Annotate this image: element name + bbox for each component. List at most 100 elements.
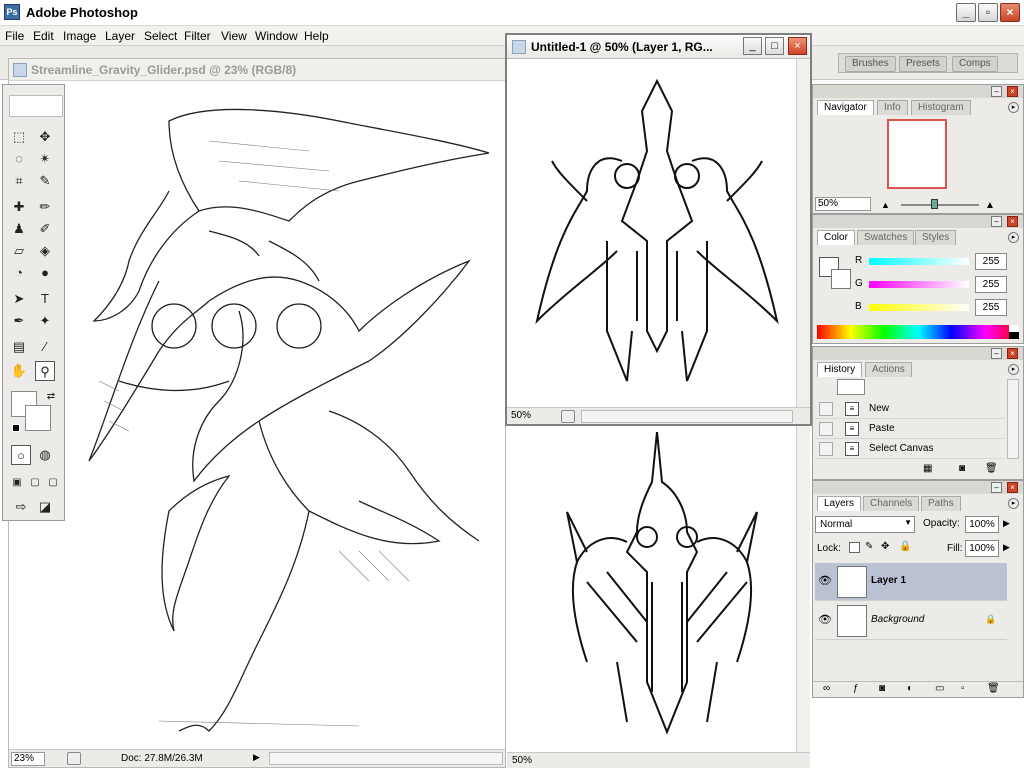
palette-close-icon[interactable]: × (1007, 216, 1018, 227)
blend-mode-select[interactable]: Normal ▼ (815, 516, 915, 533)
history-source-checkbox[interactable] (819, 442, 833, 456)
new-document-from-state-icon[interactable]: ▦ (923, 463, 932, 474)
menu-file[interactable]: File (5, 29, 24, 43)
paint-bucket-tool-icon[interactable]: ◈ (35, 241, 55, 261)
zoom-out-icon[interactable]: ▲ (881, 200, 890, 210)
green-slider[interactable] (869, 281, 969, 288)
tab-info[interactable]: Info (877, 100, 908, 115)
palette-close-icon[interactable]: × (1007, 482, 1018, 493)
history-scrollbar[interactable] (1007, 379, 1019, 459)
dodge-tool-icon[interactable]: ● (35, 263, 55, 283)
layer-style-icon[interactable]: ƒ (853, 683, 859, 694)
red-value-field[interactable]: 255 (975, 253, 1007, 270)
layer-row-layer-1[interactable]: 👁 Layer 1 (815, 563, 1007, 601)
color-background-swatch[interactable] (831, 269, 851, 289)
menu-image[interactable]: Image (63, 29, 96, 43)
eraser-tool-icon[interactable]: ▱ (9, 241, 29, 261)
lock-image-icon[interactable]: ✎ (865, 541, 873, 552)
screen-mode-standard-icon[interactable]: ▣ (7, 473, 27, 493)
background-color-swatch[interactable] (25, 405, 51, 431)
menu-edit[interactable]: Edit (33, 29, 54, 43)
move-tool-icon[interactable]: ✥ (35, 127, 55, 147)
history-brush-tool-icon[interactable]: ✐ (35, 219, 55, 239)
minimize-button[interactable]: _ (956, 3, 976, 22)
adjustment-layer-icon[interactable]: ◐ (907, 683, 913, 694)
palette-menu-icon[interactable]: ▸ (1008, 498, 1019, 509)
palette-minimize-icon[interactable]: – (991, 86, 1002, 97)
lock-transparency-icon[interactable] (849, 542, 860, 553)
zoom-in-icon[interactable]: ▲ (985, 200, 995, 211)
navigator-thumbnail[interactable] (887, 119, 947, 189)
type-tool-icon[interactable]: T (35, 289, 55, 309)
brush-tool-icon[interactable]: ✏ (35, 197, 55, 217)
blue-slider[interactable] (869, 304, 969, 311)
pen-tool-icon[interactable]: ✒ (9, 311, 29, 331)
well-tab-brushes[interactable]: Brushes (845, 56, 896, 72)
menu-select[interactable]: Select (144, 29, 177, 43)
status-menu-icon-2[interactable] (561, 410, 575, 423)
vertical-scrollbar-2[interactable] (796, 59, 810, 410)
standard-mode-icon[interactable]: ○ (11, 445, 31, 465)
doc-maximize-button[interactable]: □ (765, 37, 784, 55)
swap-colors-icon[interactable]: ⇄ (41, 387, 61, 407)
notes-tool-icon[interactable]: ▤ (9, 337, 29, 357)
tab-styles[interactable]: Styles (915, 230, 957, 245)
jump-to-imageready-icon[interactable]: ⇨ (11, 497, 31, 517)
red-slider[interactable] (869, 258, 969, 265)
screen-mode-menu-icon[interactable]: ▢ (25, 473, 45, 493)
fill-field[interactable]: 100% (965, 540, 999, 557)
status-menu-icon[interactable] (67, 752, 81, 765)
menu-layer[interactable]: Layer (105, 29, 135, 43)
zoom-slider-track[interactable] (901, 204, 979, 206)
custom-shape-tool-icon[interactable]: ✦ (35, 311, 55, 331)
tab-history[interactable]: History (817, 362, 863, 377)
palette-close-icon[interactable]: × (1007, 348, 1018, 359)
slice-tool-icon[interactable]: ✎ (35, 171, 55, 191)
eye-icon[interactable]: 👁 (817, 612, 833, 628)
new-snapshot-icon[interactable]: ◙ (959, 463, 965, 474)
path-selection-tool-icon[interactable]: ➤ (9, 289, 29, 309)
navigator-zoom-field[interactable]: 50% (815, 197, 871, 211)
new-layer-icon[interactable]: ▫ (961, 683, 965, 694)
history-source-checkbox[interactable] (819, 402, 833, 416)
status-arrow-icon[interactable]: ▶ (253, 752, 265, 765)
screen-mode-full-icon[interactable]: ▢ (43, 473, 63, 493)
lock-all-icon[interactable]: 🔒 (899, 541, 911, 552)
document-canvas[interactable] (9, 81, 505, 749)
history-item[interactable]: ≡ Paste (815, 419, 1005, 439)
close-button[interactable]: × (1000, 3, 1020, 22)
color-spectrum-bar[interactable] (817, 325, 1019, 339)
restore-button[interactable]: ▫ (978, 3, 998, 22)
palette-menu-icon[interactable]: ▸ (1008, 232, 1019, 243)
opacity-field[interactable]: 100% (965, 516, 999, 533)
tab-channels[interactable]: Channels (863, 496, 920, 511)
crop-tool-icon[interactable]: ⌗ (9, 171, 29, 191)
new-group-icon[interactable]: ▭ (935, 683, 944, 694)
fill-arrow-icon[interactable]: ▶ (1003, 542, 1010, 553)
menu-help[interactable]: Help (304, 29, 329, 43)
history-item[interactable]: ≡ New (815, 399, 1005, 419)
default-colors-icon[interactable] (12, 424, 20, 432)
tab-color[interactable]: Color (817, 230, 855, 245)
imageready-icon[interactable]: ◪ (35, 497, 55, 517)
palette-minimize-icon[interactable]: – (991, 348, 1002, 359)
palette-menu-icon[interactable]: ▸ (1008, 364, 1019, 375)
tab-swatches[interactable]: Swatches (857, 230, 915, 245)
history-snapshot-row[interactable] (815, 379, 1005, 397)
eye-icon[interactable]: 👁 (817, 573, 833, 589)
doc-minimize-button[interactable]: _ (743, 37, 762, 55)
tab-layers[interactable]: Layers (817, 496, 862, 511)
eyedropper-tool-icon[interactable]: ⁄ (35, 337, 55, 357)
horizontal-scrollbar[interactable] (269, 752, 503, 765)
zoom-field-3[interactable]: 50% (512, 755, 532, 766)
history-source-checkbox[interactable] (819, 422, 833, 436)
zoom-field-2[interactable]: 50% (509, 410, 543, 424)
menu-window[interactable]: Window (255, 29, 298, 43)
lock-position-icon[interactable]: ✥ (881, 541, 889, 552)
palette-minimize-icon[interactable]: – (991, 216, 1002, 227)
lasso-tool-icon[interactable]: ◌ (9, 149, 29, 169)
opacity-arrow-icon[interactable]: ▶ (1003, 518, 1010, 529)
tab-paths[interactable]: Paths (921, 496, 961, 511)
horizontal-scrollbar-2[interactable] (581, 410, 793, 423)
history-item[interactable]: ≡ Select Canvas (815, 439, 1005, 459)
